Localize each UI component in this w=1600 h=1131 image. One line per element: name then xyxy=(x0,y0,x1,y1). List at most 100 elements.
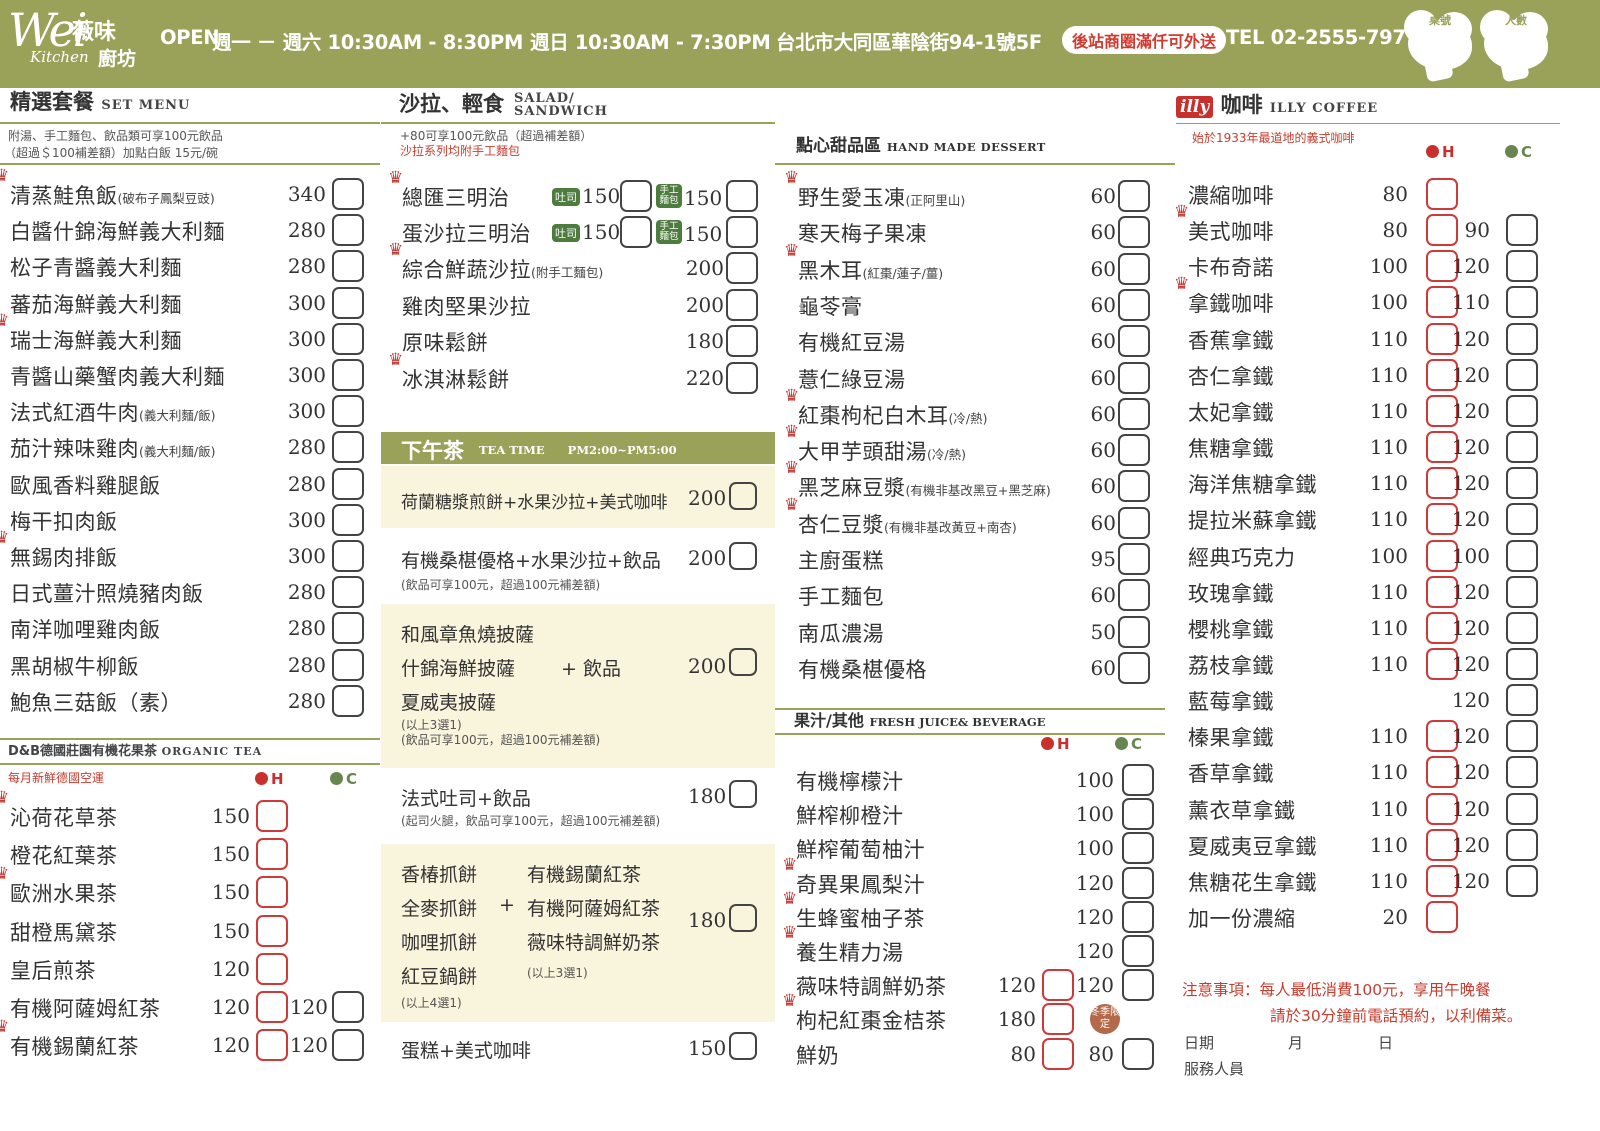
item-price: 60 xyxy=(1090,510,1116,535)
order-checkbox[interactable] xyxy=(620,216,652,248)
order-checkbox[interactable] xyxy=(332,991,364,1023)
hot-order-checkbox[interactable] xyxy=(256,800,288,832)
order-checkbox[interactable] xyxy=(726,325,758,357)
order-checkbox[interactable] xyxy=(332,250,364,283)
item-price: 280 xyxy=(287,580,326,605)
order-checkbox[interactable] xyxy=(1122,798,1154,831)
order-checkbox[interactable] xyxy=(332,286,364,319)
order-checkbox[interactable] xyxy=(332,684,364,717)
hot-order-checkbox[interactable] xyxy=(1426,901,1458,933)
order-checkbox[interactable] xyxy=(332,648,364,681)
order-checkbox[interactable] xyxy=(729,780,757,808)
item-name: 梅干扣肉飯 xyxy=(10,509,118,534)
item-name: 歐洲水果茶 xyxy=(10,882,118,907)
crown-icon: ♛ xyxy=(784,168,800,188)
order-checkbox[interactable] xyxy=(1506,647,1538,680)
order-checkbox[interactable] xyxy=(726,180,758,212)
order-checkbox[interactable] xyxy=(1118,615,1150,648)
salad-header: 沙拉、輕食 SALAD/SANDWICH xyxy=(381,86,775,124)
order-checkbox[interactable] xyxy=(1506,431,1538,464)
guest-count-field[interactable]: 人數 xyxy=(1478,4,1554,84)
order-checkbox[interactable] xyxy=(332,359,364,391)
order-checkbox[interactable] xyxy=(729,904,757,932)
order-checkbox[interactable] xyxy=(1506,684,1538,717)
order-checkbox[interactable] xyxy=(729,482,757,510)
item-price: 60 xyxy=(1090,365,1116,390)
order-checkbox[interactable] xyxy=(332,431,364,464)
order-checkbox[interactable] xyxy=(1122,900,1154,933)
order-checkbox[interactable] xyxy=(1506,503,1538,536)
order-checkbox[interactable] xyxy=(332,503,364,536)
order-checkbox[interactable] xyxy=(726,252,758,284)
order-checkbox[interactable] xyxy=(1122,866,1154,899)
table-number-label: 桌號 xyxy=(1429,14,1451,27)
order-checkbox[interactable] xyxy=(332,540,364,572)
order-checkbox[interactable] xyxy=(1118,397,1150,430)
order-checkbox[interactable] xyxy=(1506,322,1538,355)
hot-order-checkbox[interactable] xyxy=(256,876,288,909)
hot-order-checkbox[interactable] xyxy=(1042,1003,1074,1036)
hot-order-checkbox[interactable] xyxy=(256,838,288,871)
menu-item-row: ♛ 冰淇淋鬆餅 220 xyxy=(388,350,772,396)
order-checkbox[interactable] xyxy=(1506,358,1538,391)
set-menu-header: 精選套餐 SET MENU xyxy=(0,86,380,124)
order-checkbox[interactable] xyxy=(726,216,758,248)
order-checkbox[interactable] xyxy=(332,214,364,247)
order-checkbox[interactable] xyxy=(332,395,364,428)
order-checkbox[interactable] xyxy=(1506,792,1538,825)
order-checkbox[interactable] xyxy=(1506,539,1538,572)
order-checkbox[interactable] xyxy=(332,322,364,355)
order-checkbox[interactable] xyxy=(1122,1037,1154,1070)
hot-order-checkbox[interactable] xyxy=(256,952,288,985)
order-checkbox[interactable] xyxy=(1506,611,1538,644)
order-checkbox[interactable] xyxy=(1122,832,1154,865)
order-checkbox[interactable] xyxy=(729,542,757,570)
order-checkbox[interactable] xyxy=(729,1032,757,1060)
item-price: 50 xyxy=(1090,619,1116,644)
hot-order-checkbox[interactable] xyxy=(1426,178,1458,210)
item-price: 300 xyxy=(287,326,326,351)
order-checkbox[interactable] xyxy=(1118,506,1150,539)
order-checkbox[interactable] xyxy=(1506,720,1538,753)
order-checkbox[interactable] xyxy=(1506,394,1538,427)
order-checkbox[interactable] xyxy=(332,1029,364,1062)
order-checkbox[interactable] xyxy=(1506,467,1538,500)
order-checkbox[interactable] xyxy=(1118,579,1150,612)
order-checkbox[interactable] xyxy=(332,612,364,645)
menu-item-row: 夏威夷豆拿鐵 110 120 xyxy=(1188,828,1558,863)
order-checkbox[interactable] xyxy=(1118,543,1150,575)
tea-title-en: ORGANIC TEA xyxy=(161,745,263,758)
order-checkbox[interactable] xyxy=(1118,651,1150,684)
order-checkbox[interactable] xyxy=(1122,969,1154,1002)
order-checkbox[interactable] xyxy=(1118,288,1150,321)
table-number-field[interactable]: 桌號 xyxy=(1402,4,1478,84)
order-checkbox[interactable] xyxy=(1118,325,1150,358)
dessert-title-en: HAND MADE DESSERT xyxy=(886,140,1046,154)
order-checkbox[interactable] xyxy=(1122,935,1154,967)
order-checkbox[interactable] xyxy=(1118,470,1150,503)
order-checkbox[interactable] xyxy=(332,467,364,500)
order-checkbox[interactable] xyxy=(1506,828,1538,861)
order-checkbox[interactable] xyxy=(1118,434,1150,467)
order-checkbox[interactable] xyxy=(1506,286,1538,319)
order-checkbox[interactable] xyxy=(1506,250,1538,283)
crown-icon: ♛ xyxy=(0,1017,10,1038)
order-checkbox[interactable] xyxy=(1506,214,1538,247)
hot-order-checkbox[interactable] xyxy=(256,914,288,947)
order-checkbox[interactable] xyxy=(726,361,758,394)
order-checkbox[interactable] xyxy=(1118,180,1150,212)
order-checkbox[interactable] xyxy=(1122,764,1154,796)
order-checkbox[interactable] xyxy=(726,288,758,321)
order-checkbox[interactable] xyxy=(1506,864,1538,897)
item-name: 荔枝拿鐵 xyxy=(1188,653,1274,678)
order-checkbox[interactable] xyxy=(1506,575,1538,608)
order-checkbox[interactable] xyxy=(1506,756,1538,789)
order-checkbox[interactable] xyxy=(729,648,757,676)
order-checkbox[interactable] xyxy=(1118,361,1150,394)
order-checkbox[interactable] xyxy=(332,576,364,609)
item-price: 80 xyxy=(1010,1041,1036,1066)
order-checkbox[interactable] xyxy=(620,180,652,212)
order-checkbox[interactable] xyxy=(1118,252,1150,285)
order-checkbox[interactable] xyxy=(1118,216,1150,249)
order-checkbox[interactable] xyxy=(332,178,364,210)
